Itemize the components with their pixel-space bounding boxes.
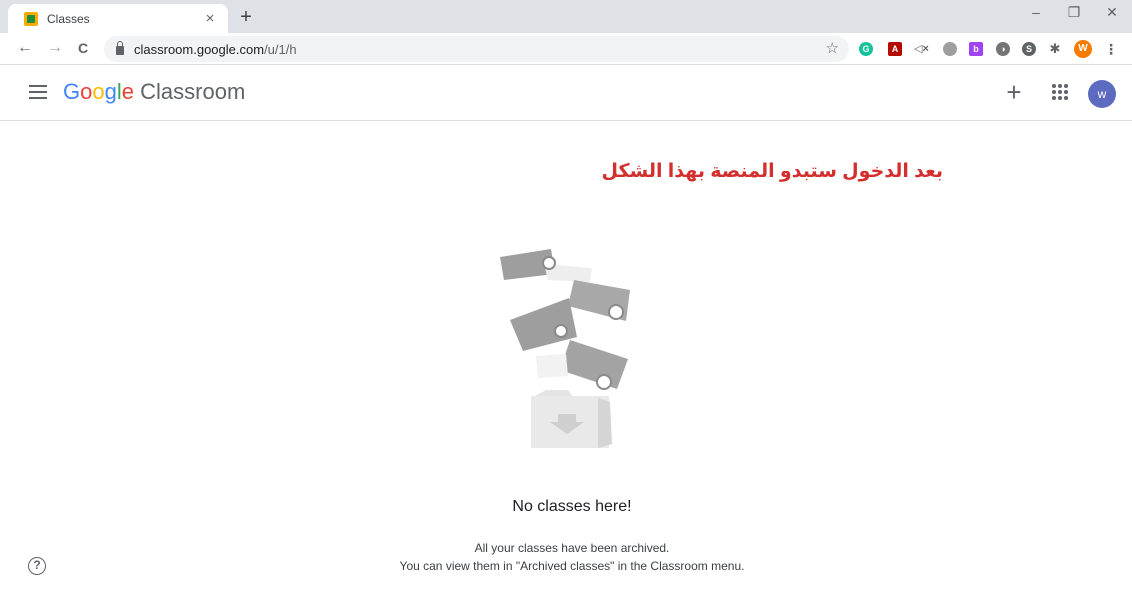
kebab-menu-icon[interactable]: ⋮ — [1104, 42, 1118, 56]
browser-toolbar: ← → C classroom.google.com/u/1/h ☆ G A ◁… — [0, 33, 1132, 65]
empty-state-line-2: You can view them in "Archived classes" … — [399, 559, 745, 573]
b-extension-icon[interactable]: b — [969, 42, 983, 56]
empty-state-title: No classes here! — [512, 498, 632, 515]
restore-icon[interactable]: ❐ — [1064, 4, 1084, 21]
extension-icon[interactable]: ◑ — [996, 42, 1010, 56]
create-join-class-button[interactable]: + — [1002, 78, 1026, 106]
lock-icon[interactable] — [116, 41, 124, 55]
acrobat-icon[interactable]: A — [888, 42, 902, 56]
classroom-favicon-icon — [24, 11, 38, 26]
new-tab-button[interactable]: + — [236, 6, 256, 28]
archived-classes-illustration — [500, 249, 630, 448]
puzzle-icon[interactable]: ✱ — [1048, 42, 1062, 56]
reload-icon[interactable]: C — [73, 38, 93, 58]
arabic-annotation: بعد الدخول ستبدو المنصة بهذا الشكل — [601, 161, 943, 182]
profile-avatar[interactable]: W — [1074, 40, 1092, 58]
hamburger-menu-icon[interactable] — [29, 85, 47, 99]
url-text: classroom.google.com/u/1/h — [134, 41, 297, 57]
empty-state-line-1: All your classes have been archived. — [474, 541, 670, 555]
address-bar[interactable]: classroom.google.com/u/1/h ☆ — [104, 36, 849, 62]
grammarly-icon[interactable]: G — [859, 42, 873, 56]
extension-icon[interactable]: S — [1022, 42, 1036, 56]
account-avatar[interactable]: w — [1088, 80, 1116, 108]
bookmark-star-icon[interactable]: ☆ — [826, 39, 839, 57]
close-window-icon[interactable]: ✕ — [1102, 4, 1122, 21]
google-classroom-logo[interactable]: Google Classroom — [63, 79, 245, 105]
forward-icon[interactable]: → — [45, 38, 65, 58]
mute-icon[interactable]: ◁× — [914, 42, 929, 56]
tab-close-icon[interactable]: × — [202, 10, 218, 27]
browser-tabstrip: Classes × + – ❐ ✕ — [0, 0, 1132, 33]
help-icon[interactable]: ? — [28, 557, 46, 575]
google-apps-icon[interactable] — [1052, 84, 1068, 100]
back-icon[interactable]: ← — [15, 38, 35, 58]
brand-product-name: Classroom — [140, 79, 246, 104]
extension-icon[interactable] — [943, 42, 957, 56]
minimize-icon[interactable]: – — [1026, 4, 1046, 20]
browser-tab[interactable]: Classes × — [8, 4, 228, 33]
classroom-header: Google Classroom + w — [0, 65, 1132, 121]
tab-title: Classes — [47, 11, 90, 26]
